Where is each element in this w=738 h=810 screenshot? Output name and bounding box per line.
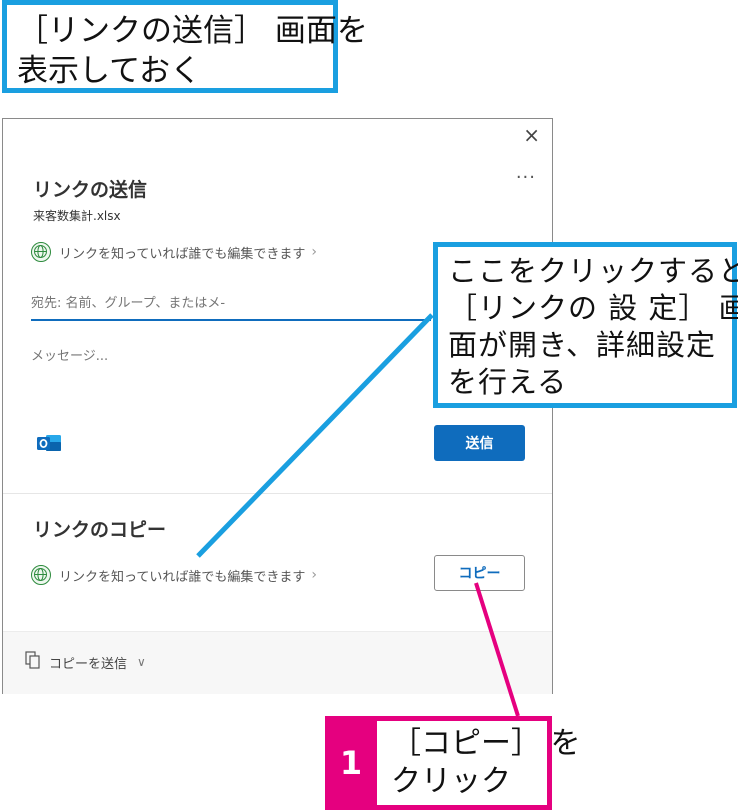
step-text-line1: ［コピー］ を [391, 726, 581, 761]
step-text-line2: クリック [391, 764, 511, 799]
step-pointer-line [474, 582, 520, 717]
callout-connectors [196, 313, 520, 717]
callout-pointer-line [196, 313, 434, 558]
step-text: ［コピー］ を クリック [377, 721, 581, 805]
step-number: 1 [339, 744, 363, 782]
step-badge: 1 ［コピー］ を クリック [325, 716, 581, 810]
